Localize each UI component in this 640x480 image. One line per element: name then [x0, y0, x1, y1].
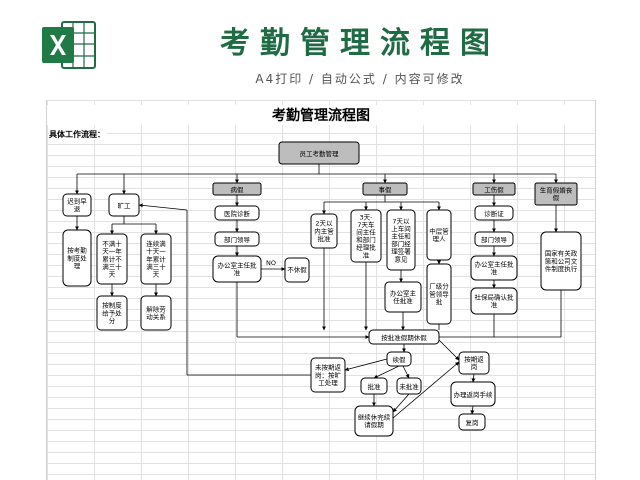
node-leave-approved-label: 按批准假期休假: [381, 333, 427, 342]
node-cat3-label: 病假: [231, 185, 245, 194]
node-cat2: 旷工: [108, 193, 140, 217]
node-abs-a: 不满十天一年累计不满三十天: [96, 233, 128, 285]
node-cat3: 病假: [212, 182, 262, 196]
node-cat1: 迟到早退: [62, 193, 92, 217]
node-cat4: 事假: [362, 182, 408, 196]
node-maternity1-label: 国家有关政策和公司文件制度执行: [545, 249, 578, 273]
node-personal2: 3天-7天车间主任和部门经理批准: [350, 209, 382, 263]
connector-line: [138, 203, 188, 211]
node-maternity1: 国家有关政策和公司文件制度执行: [540, 231, 582, 291]
connector-line: [471, 373, 476, 383]
banner: 考勤管理流程图 A4打印 / 自动公式 / 内容可修改: [0, 0, 640, 98]
connector-line: [373, 365, 400, 379]
node-sick-no: 不休假: [284, 257, 310, 283]
connector-line: [344, 358, 388, 372]
node-reapply: 继续休完续请假期: [354, 405, 394, 437]
node-late-return-label: 未按期返岗：按旷工处理: [315, 363, 342, 387]
node-finish: 办理返岗手续: [450, 381, 496, 407]
node-abs-a2: 按制度给予处分: [96, 295, 128, 331]
node-sick2-label: 部门领导: [224, 235, 251, 244]
node-sick1: 医院诊断: [214, 205, 260, 221]
node-reject: 未批准: [396, 377, 422, 395]
connector-line: [402, 365, 410, 379]
node-root-label: 员工考勤管理: [300, 149, 340, 158]
node-reject-label: 未批准: [399, 382, 419, 391]
page-title: 考勤管理流程图: [220, 26, 500, 61]
node-injury3: 办公室主任批准: [470, 255, 518, 281]
connector-line: [470, 405, 475, 415]
node-renew-label: 续假: [393, 355, 407, 364]
node-sick-no-label: 不休假: [287, 265, 307, 274]
flowchart: 员工考勤管理 迟到早退 旷工 病假 事假 工伤假 生育假婚丧假 按考勤制度处理 …: [62, 141, 582, 437]
node-work-label: 复岗: [466, 418, 479, 427]
connector-line: [392, 393, 410, 413]
node-renew: 续假: [386, 351, 412, 367]
node-personal4: 中层管理人: [426, 209, 452, 261]
node-injury4: 社保局确认批准: [470, 287, 518, 315]
node-personal5-label: 办公室主任批准: [390, 288, 417, 305]
edge-label-no: NO: [266, 259, 276, 267]
node-cat6: 生育假婚丧假: [534, 182, 578, 206]
node-injury1-label: 诊断证: [484, 209, 504, 218]
node-root: 员工考勤管理: [278, 141, 360, 165]
node-late-return: 未按期返岗：按旷工处理: [310, 357, 346, 393]
node-sick3: 办公室主任批准: [212, 255, 262, 283]
node-leave-approved: 按批准假期休假: [368, 329, 440, 345]
excel-icon: [42, 21, 96, 69]
node-late-rule: 按考勤制度处理: [62, 229, 92, 287]
connector-line: [438, 339, 460, 361]
node-approve: 批准: [360, 377, 388, 395]
node-abs-b2: 解除劳动关系: [140, 295, 172, 331]
node-sick1-label: 医院诊断: [224, 209, 251, 218]
node-ontime: 按期返岗: [458, 351, 490, 375]
node-injury2: 部门领导: [474, 231, 514, 247]
node-personal3: 7天以上车间主任和部门经理签署意见: [386, 209, 416, 271]
page-subtitle: A4打印 / 自动公式 / 内容可修改: [255, 72, 465, 86]
node-approve-label: 批准: [368, 382, 382, 391]
node-abs-b: 连续满十天一年累计满三十天: [140, 233, 172, 285]
spreadsheet-sheet: 考勤管理流程图 具体工作流程： 员工考勤管理 迟到早退 旷工 病假 事假 工伤假…: [46, 100, 596, 480]
node-cat4-label: 事假: [379, 185, 393, 194]
node-sick2: 部门领导: [214, 231, 260, 247]
node-abs-b2-label: 解除劳动关系: [146, 304, 166, 321]
node-injury1: 诊断证: [474, 205, 514, 221]
node-cat2-label: 旷工: [118, 201, 132, 210]
node-personal5: 办公室主任批准: [384, 281, 422, 313]
node-personal1: 2天以内主管批准: [310, 213, 338, 249]
node-personal6: 厂级分管领导批: [426, 263, 452, 325]
node-injury2-label: 部门领导: [481, 235, 508, 244]
node-work: 复岗: [458, 413, 486, 431]
node-finish-label: 办理返岗手续: [454, 390, 494, 399]
node-cat5-label: 工伤假: [484, 185, 504, 194]
node-cat5: 工伤假: [472, 182, 516, 196]
